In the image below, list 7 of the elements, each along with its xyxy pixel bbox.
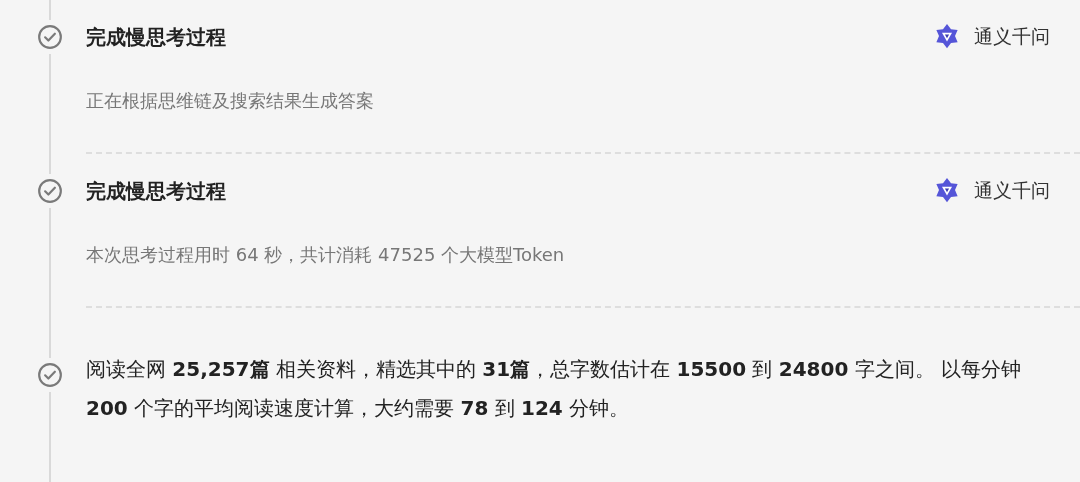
step-title: 完成慢思考过程 [86,23,226,51]
step-description: 正在根据思维链及搜索结果生成答案 [86,88,1080,154]
source-label: 通义千问 [974,178,1050,203]
summary-text: 阅读全网 25,257篇 相关资料，精选其中的 31篇，总字数估计在 15500 到 24800 字之间。 以每分钟 200 个字的平均阅读速度计算，大约需要 78 到 124 分钟。 [86,356,1023,422]
source-label: 通义千问 [974,24,1050,49]
step-title: 完成慢思考过程 [86,177,226,205]
step-description: 本次思考过程用时 64 秒，共计消耗 47525 个大模型Token [86,242,1080,308]
